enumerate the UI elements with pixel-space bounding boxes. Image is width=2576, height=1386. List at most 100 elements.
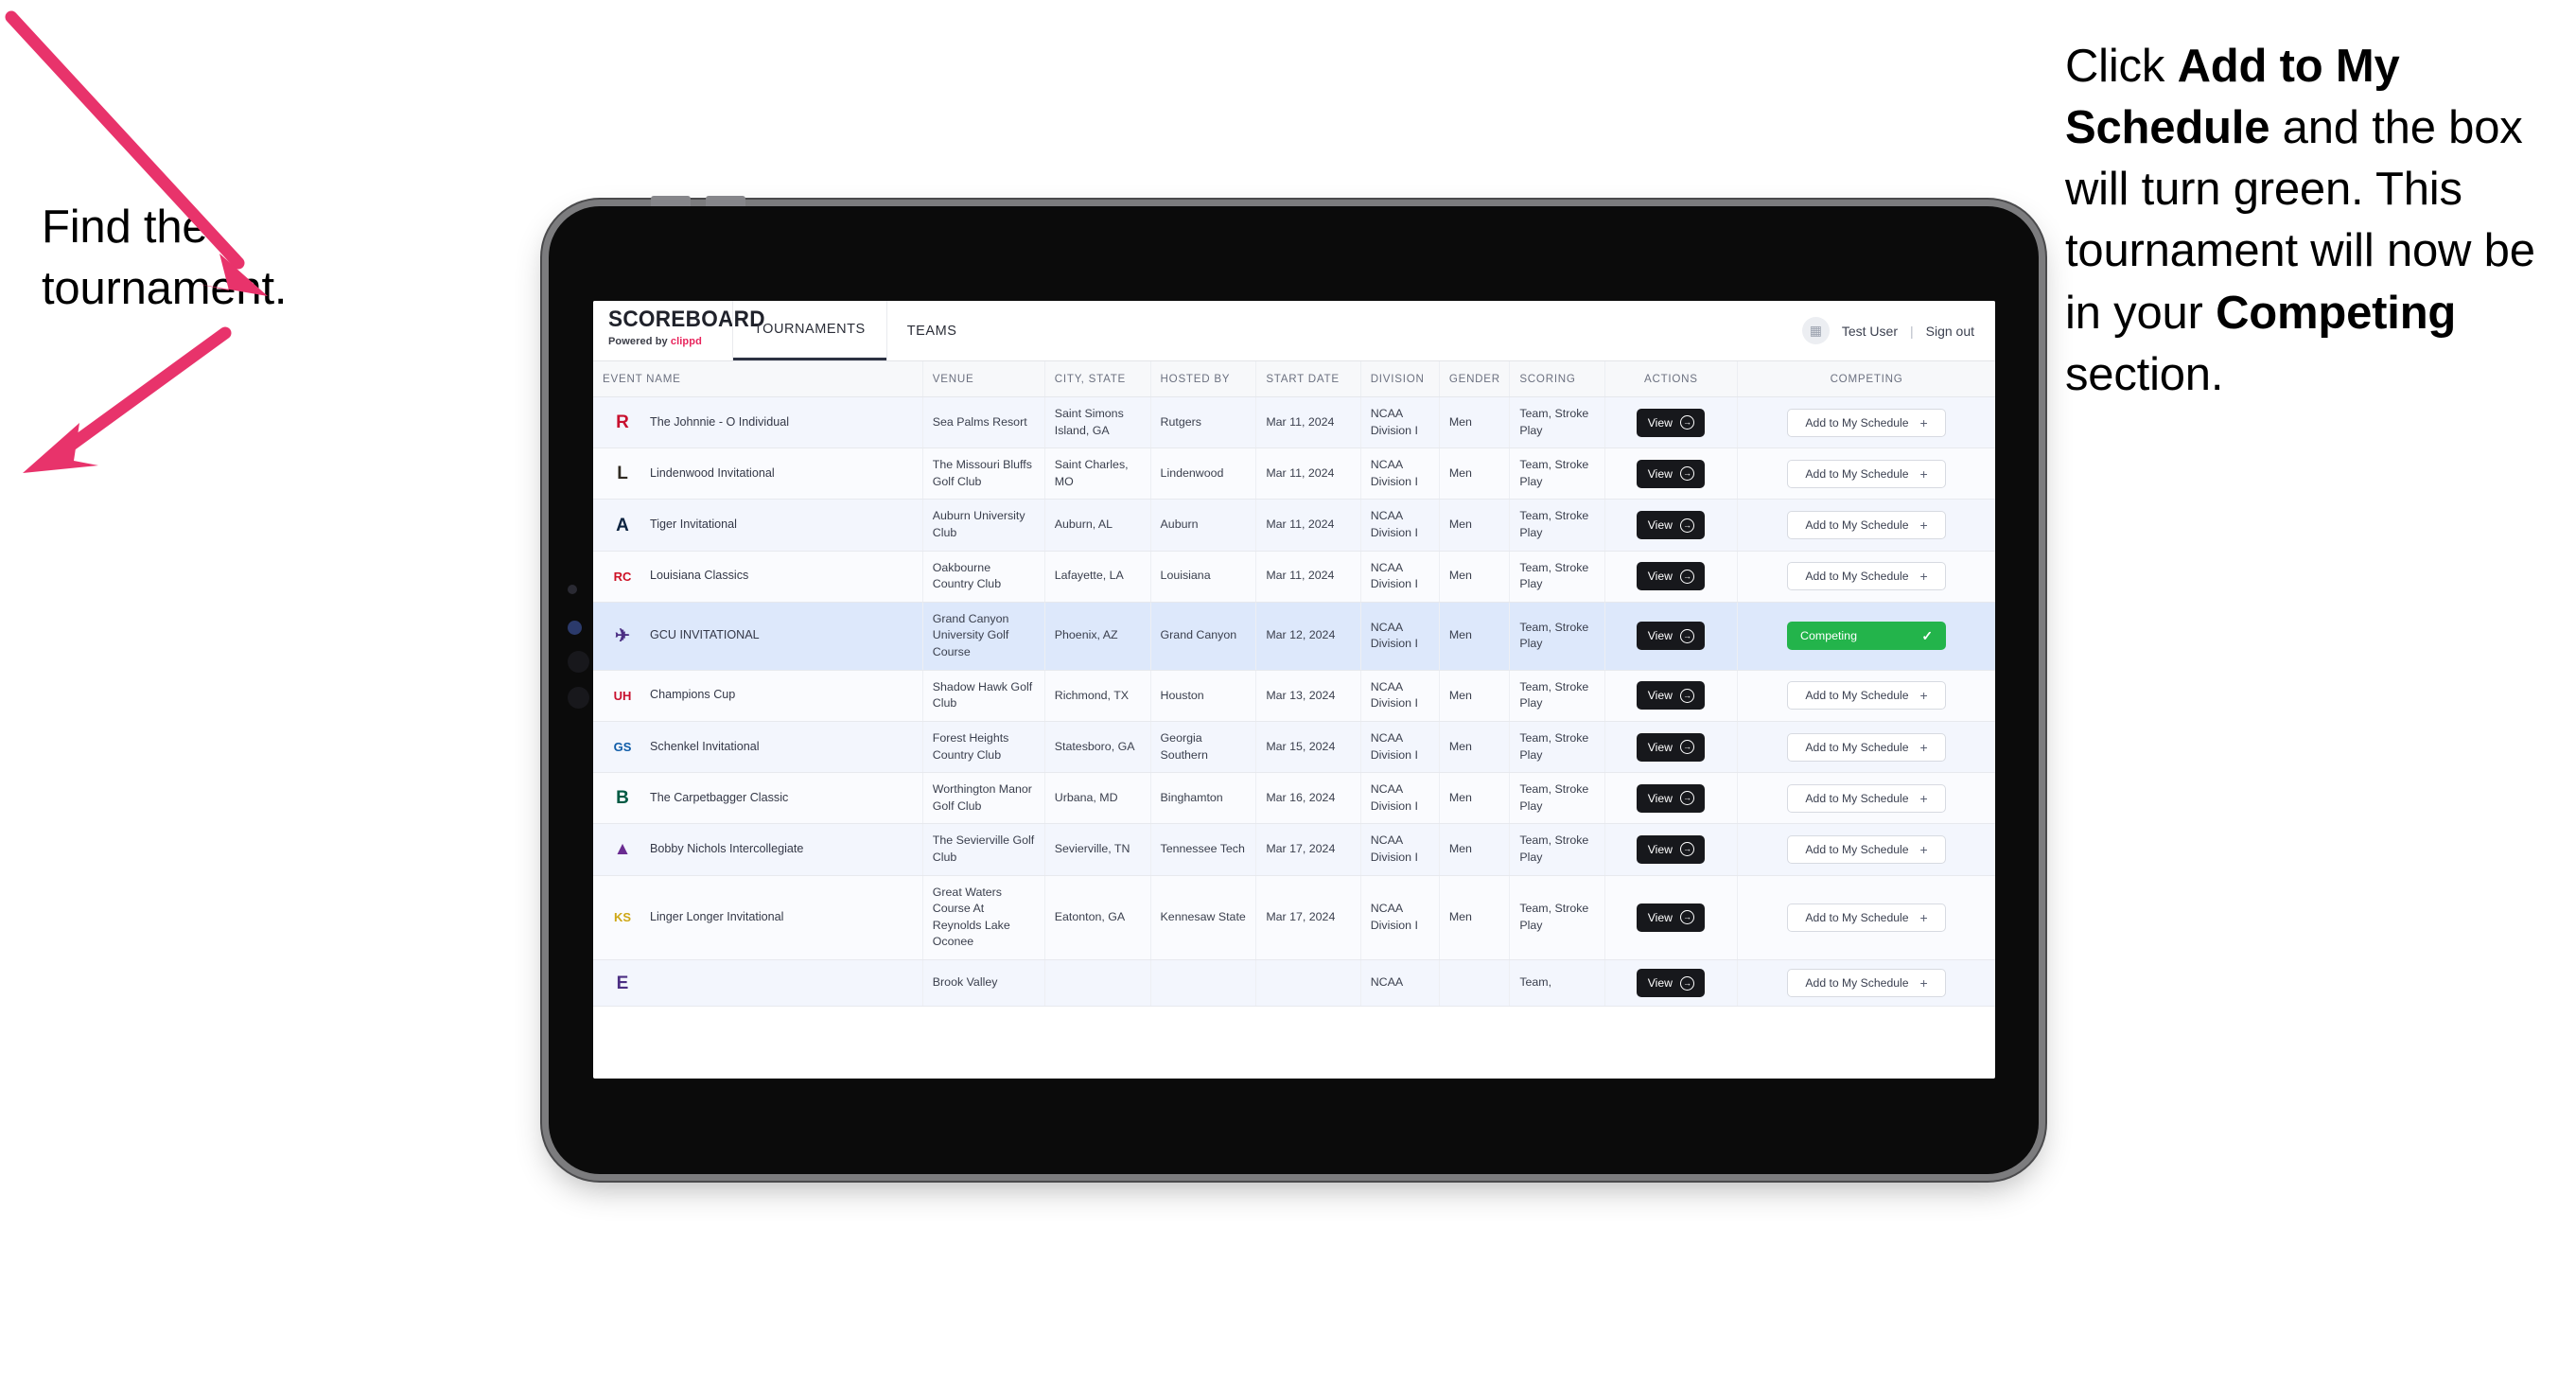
col-actions[interactable]: ACTIONS [1604,361,1739,397]
cell-venue: Forest Heights Country Club [922,721,1045,774]
col-gender[interactable]: GENDER [1439,361,1511,397]
cell-hosted-by: Lindenwood [1150,447,1257,500]
cell-hosted-by: Grand Canyon [1150,602,1257,671]
view-button[interactable]: View → [1637,459,1706,488]
col-competing[interactable]: COMPETING [1737,361,1995,397]
cell-actions: View → [1604,670,1739,722]
cell-actions: View → [1604,447,1739,500]
view-button[interactable]: View → [1637,903,1706,932]
col-event-name[interactable]: EVENT NAME [593,361,923,397]
cell-gender: Men [1439,823,1511,876]
volume-up-button[interactable] [651,196,691,206]
cell-city-state [1044,959,1151,1008]
cell-scoring: Team, Stroke Play [1509,721,1605,774]
add-to-my-schedule-button[interactable]: Add to My Schedule + [1787,408,1947,437]
plus-icon: + [1919,739,1928,755]
cell-gender [1439,959,1511,1008]
cell-venue: Great Waters Course At Reynolds Lake Oco… [922,875,1045,961]
add-to-my-schedule-button[interactable]: Add to My Schedule + [1787,511,1947,540]
cell-competing: Add to My Schedule + [1737,721,1995,774]
view-button[interactable]: View → [1637,408,1706,437]
volume-down-button[interactable] [706,196,745,206]
add-to-my-schedule-label: Add to My Schedule [1805,518,1909,533]
view-button[interactable]: View → [1637,681,1706,711]
plus-icon: + [1919,909,1928,925]
add-to-my-schedule-button[interactable]: Add to My Schedule + [1787,459,1947,488]
table-row[interactable]: RC Louisiana Classics Oakbourne Country Cl… [593,551,1995,603]
cell-scoring: Team, Stroke Play [1509,602,1605,671]
view-button[interactable]: View → [1637,562,1706,591]
cell-division: NCAA Division I [1360,602,1440,671]
add-to-my-schedule-label: Add to My Schedule [1805,740,1909,754]
tab-tournaments[interactable]: TOURNAMENTS [733,301,886,360]
add-to-my-schedule-button[interactable]: Add to My Schedule + [1787,969,1947,998]
cell-city-state: Eatonton, GA [1044,875,1151,961]
table-row[interactable]: E Brook Valley NCAA Team, View → Add to My Sch… [593,959,1995,1008]
right-arrow-icon [23,326,232,473]
col-city-state[interactable]: CITY, STATE [1044,361,1151,397]
view-button[interactable]: View → [1637,969,1706,998]
col-hosted-by[interactable]: HOSTED BY [1150,361,1257,397]
app-header: SCOREBOARD Powered by clippd TOURNAMENTS… [593,301,1995,361]
cell-division: NCAA Division I [1360,875,1440,961]
cell-hosted-by: Auburn [1150,499,1257,552]
col-scoring[interactable]: SCORING [1509,361,1605,397]
col-venue[interactable]: VENUE [922,361,1045,397]
add-to-my-schedule-button[interactable]: Add to My Schedule + [1787,783,1947,813]
table-row[interactable]: ▲ Bobby Nichols Intercollegiate The Sevier… [593,823,1995,876]
cell-city-state: Phoenix, AZ [1044,602,1151,671]
plus-icon: + [1919,688,1928,704]
view-button[interactable]: View → [1637,622,1706,651]
plus-icon: + [1919,790,1928,806]
cell-actions: View → [1604,772,1739,825]
cell-hosted-by: Tennessee Tech [1150,823,1257,876]
team-logo-icon: UH [613,688,632,703]
avatar[interactable]: ▦ [1801,317,1830,344]
powered-by-label: Powered by [608,336,671,347]
add-to-my-schedule-label: Add to My Schedule [1805,689,1909,703]
add-to-my-schedule-button[interactable]: Add to My Schedule + [1787,681,1947,711]
arrow-right-circle-icon: → [1679,910,1694,925]
add-to-my-schedule-button[interactable]: Add to My Schedule + [1787,903,1947,932]
cell-gender: Men [1439,875,1511,961]
add-to-my-schedule-button[interactable]: Add to My Schedule + [1787,562,1947,591]
view-button[interactable]: View → [1637,834,1706,864]
cell-venue: Shadow Hawk Golf Club [922,670,1045,722]
view-button-label: View [1647,415,1673,430]
annotation-text: Click [2065,41,2178,92]
arrow-right-circle-icon: → [1679,975,1694,991]
table-row[interactable]: ✈ GCU INVITATIONAL Grand Canyon University… [593,602,1995,671]
cell-start-date: Mar 11, 2024 [1255,499,1361,552]
cell-hosted-by [1150,959,1257,1008]
col-division[interactable]: DIVISION [1360,361,1440,397]
cell-venue: Sea Palms Resort [922,396,1045,449]
table-row[interactable]: UH Champions Cup Shadow Hawk Golf Club Rich… [593,670,1995,722]
competing-button[interactable]: Competing ✓ [1787,622,1947,651]
cell-scoring: Team, Stroke Play [1509,875,1605,961]
add-to-my-schedule-button[interactable]: Add to My Schedule + [1787,834,1947,864]
user-name[interactable]: Test User [1842,324,1898,339]
app-screen: SCOREBOARD Powered by clippd TOURNAMENTS… [593,301,1995,1079]
tab-teams[interactable]: TEAMS [886,301,978,360]
table-row[interactable]: KS Linger Longer Invitational Great Waters… [593,875,1995,961]
view-button[interactable]: View → [1637,732,1706,762]
view-button-label: View [1647,629,1673,643]
cell-city-state: Lafayette, LA [1044,551,1151,603]
table-row[interactable]: L Lindenwood Invitational The Missouri Blu… [593,447,1995,500]
table-row[interactable]: B The Carpetbagger Classic Worthington Man… [593,772,1995,825]
view-button-label: View [1647,740,1673,754]
plus-icon: + [1919,975,1928,991]
table-row[interactable]: A Tiger Invitational Auburn University Clu… [593,499,1995,552]
cell-gender: Men [1439,721,1511,774]
view-button[interactable]: View → [1637,511,1706,540]
view-button[interactable]: View → [1637,783,1706,813]
cell-event-name: R The Johnnie - O Individual [593,396,923,449]
event-name-label: Linger Longer Invitational [650,909,784,923]
table-row[interactable]: R The Johnnie - O Individual Sea Palms Res… [593,396,1995,449]
cell-division: NCAA [1360,959,1440,1008]
add-to-my-schedule-button[interactable]: Add to My Schedule + [1787,732,1947,762]
sign-out-link[interactable]: Sign out [1926,324,1974,339]
col-start-date[interactable]: START DATE [1255,361,1361,397]
brand-logo[interactable]: SCOREBOARD Powered by clippd [593,301,764,360]
table-row[interactable]: GS Schenkel Invitational Forest Heights Co… [593,721,1995,774]
